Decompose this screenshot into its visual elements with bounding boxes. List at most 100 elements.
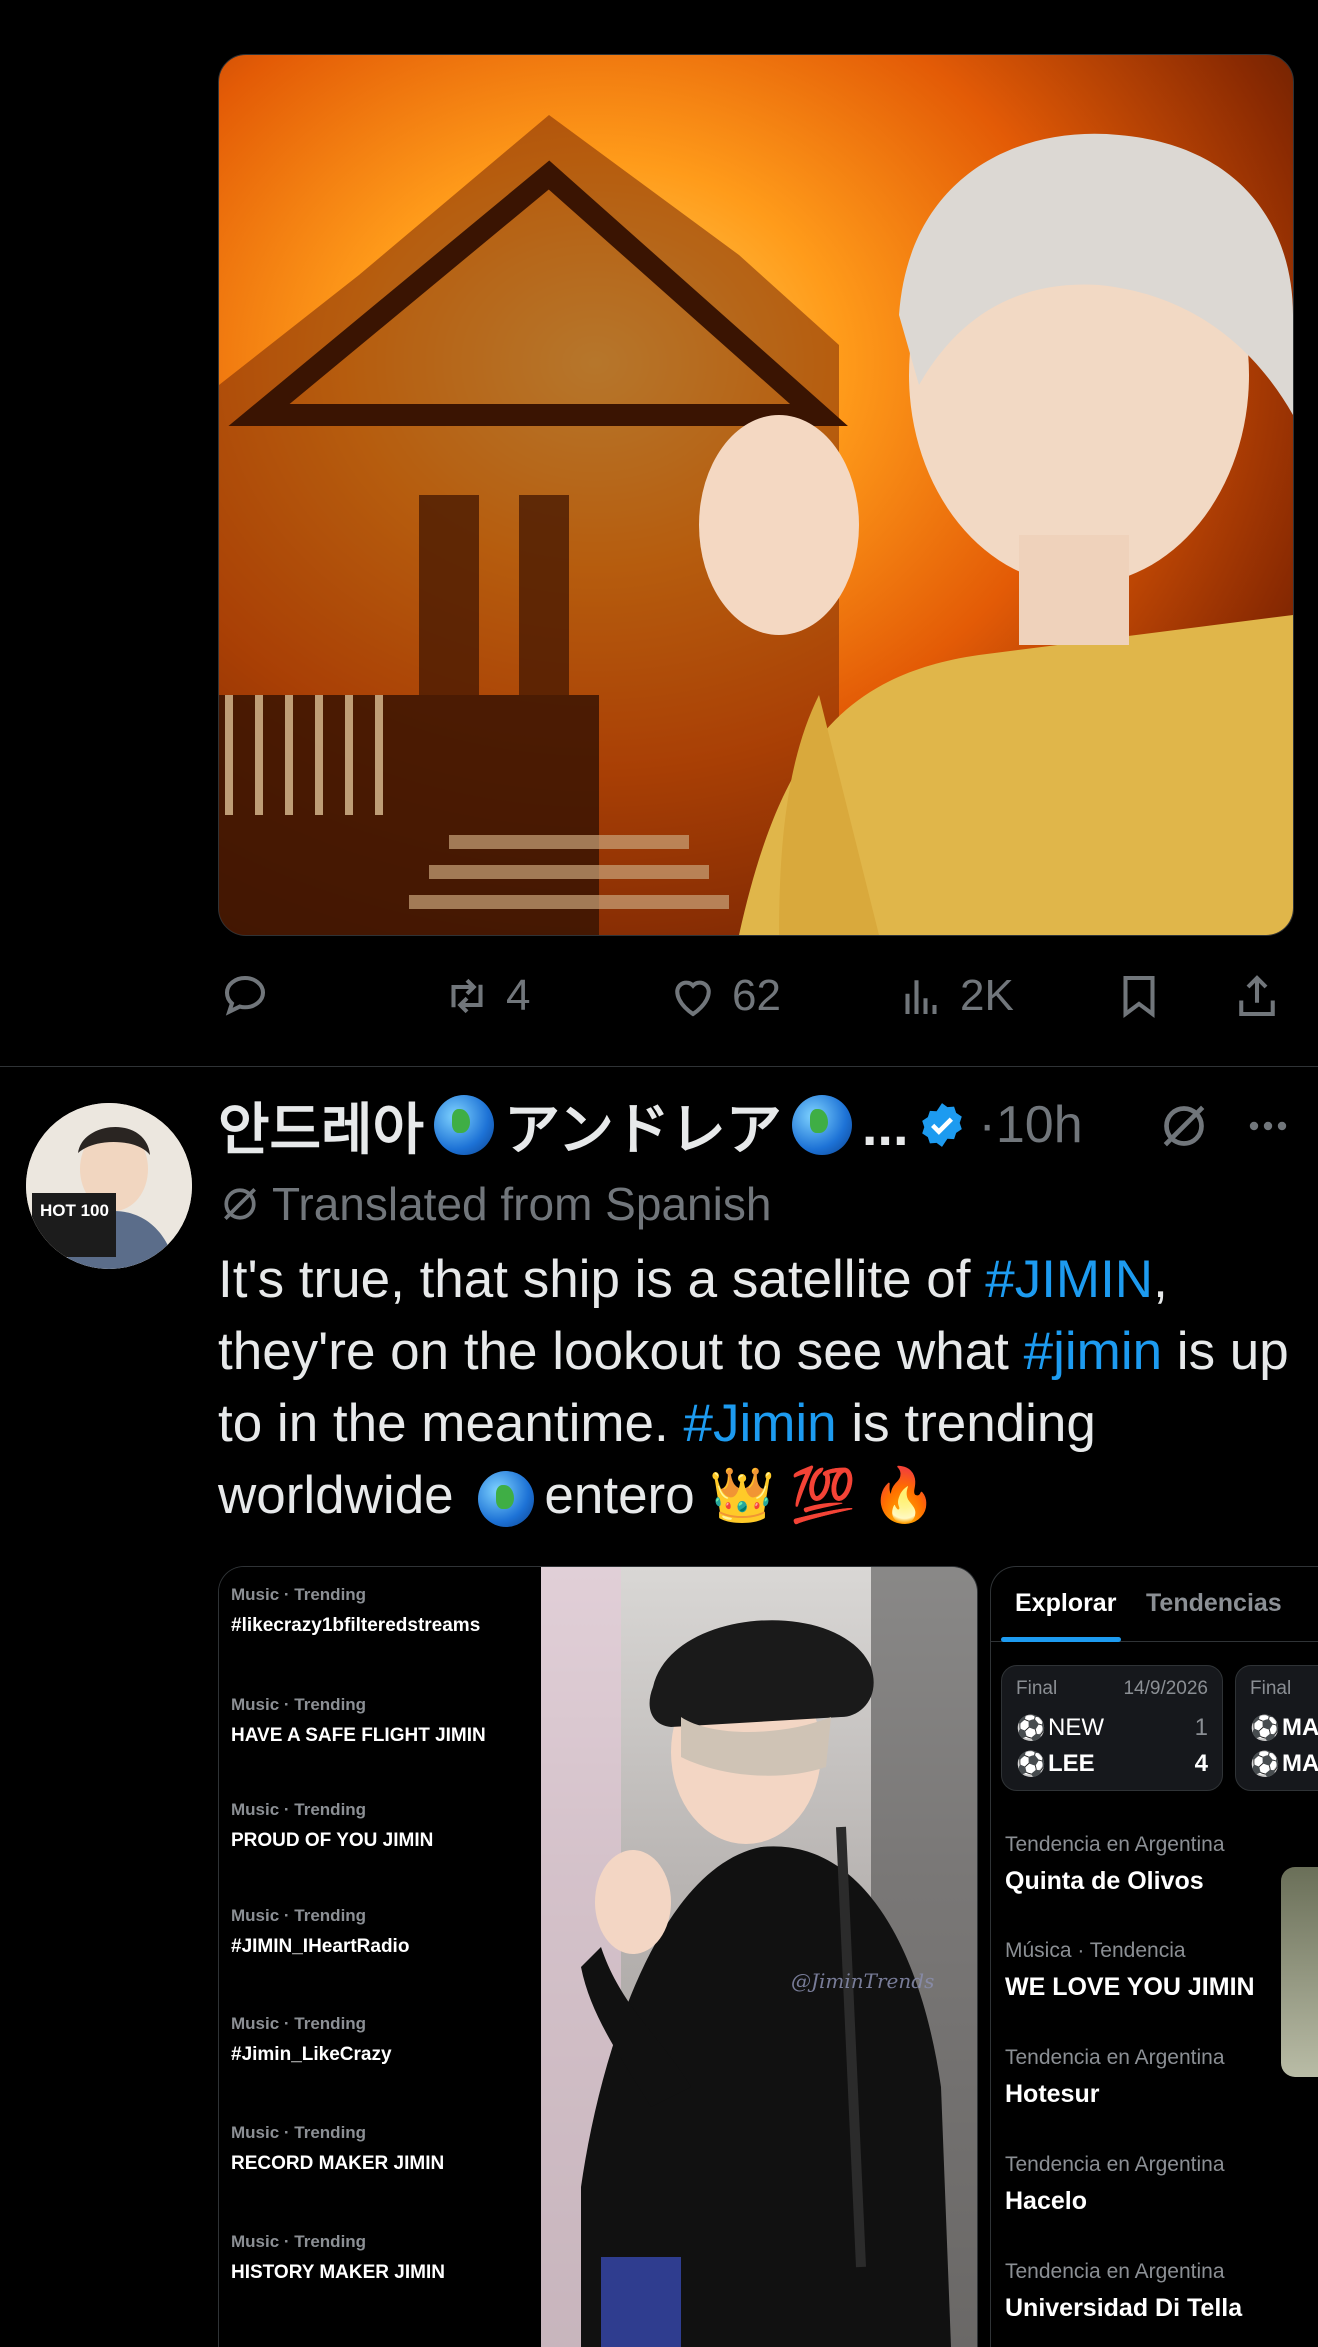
trend-category: Music · Trending xyxy=(231,1906,367,1925)
translate-icon xyxy=(224,1188,256,1220)
trend-category: Music · Trending xyxy=(231,2232,367,2251)
like-button[interactable]: 62 xyxy=(666,964,781,1028)
hashtag-link[interactable]: #jimin xyxy=(1024,1322,1162,1381)
avatar-badge: HOT 100 xyxy=(36,1199,113,1223)
hashtag-link[interactable]: #JIMIN xyxy=(985,1250,1153,1309)
team-crest-icon: ⚽ xyxy=(1250,1715,1280,1742)
hashtag-link[interactable]: #Jimin xyxy=(683,1394,836,1453)
tweet-divider xyxy=(0,1066,1318,1067)
trend-title: #likecrazy1bfilteredstreams xyxy=(231,1615,481,1636)
tab-tendencias: Tendencias xyxy=(1146,1589,1282,1617)
tweet-text: It's true, that ship is a satellite of #… xyxy=(218,1244,1298,1532)
score-status: Final xyxy=(1250,1678,1292,1699)
team-name: MA xyxy=(1282,1750,1318,1777)
list-item: Music · Trending HISTORY MAKER JIMIN xyxy=(231,2232,531,2284)
tweet-image[interactable] xyxy=(218,54,1294,936)
globe-emoji-icon xyxy=(791,1095,852,1155)
trend-category: Music · Trending xyxy=(231,1695,367,1714)
team-crest-icon: ⚽ xyxy=(1016,1715,1046,1742)
score-status: Final xyxy=(1016,1678,1058,1699)
team-name: MA xyxy=(1282,1714,1318,1741)
analytics-icon xyxy=(905,980,937,1014)
list-item: Music · Trending RECORD MAKER JIMIN xyxy=(231,2123,531,2175)
emoji-crown-100-fire: 👑 💯 🔥 xyxy=(709,1466,937,1525)
trend-category: Tendencia en Argentina xyxy=(1005,1833,1225,1856)
list-item: Music · Trending PROUD OF YOU JIMIN xyxy=(231,1800,531,1852)
globe-emoji-icon xyxy=(434,1095,495,1155)
score-card: Final 14/9/2026 ⚽ NEW 1 ⚽ LEE 4 xyxy=(1001,1665,1223,1791)
trend-category: Music · Trending xyxy=(231,2014,367,2033)
trend-category: Music · Trending xyxy=(231,1585,367,1604)
trend-thumbnail xyxy=(1281,1867,1318,2077)
trend-title: WE LOVE YOU JIMIN xyxy=(1005,1973,1255,2001)
list-item: Music · Trending #JIMIN_IHeartRadio xyxy=(231,1906,531,1958)
trend-title: Hacelo xyxy=(1005,2187,1087,2215)
share-button[interactable] xyxy=(1230,964,1296,1028)
list-item: Music · Trending #likecrazy1bfilteredstr… xyxy=(231,1585,531,1637)
verified-badge-icon[interactable] xyxy=(917,1100,967,1150)
views-button[interactable]: 2K xyxy=(894,964,1014,1028)
grok-translate-icon[interactable] xyxy=(1156,1098,1212,1154)
list-item: Music · Trending HAVE A SAFE FLIGHT JIMI… xyxy=(231,1695,531,1747)
burning-house-illustration xyxy=(219,115,1293,935)
trend-title: Hotesur xyxy=(1005,2080,1100,2108)
trend-title: PROUD OF YOU JIMIN xyxy=(231,1830,434,1851)
trend-category: Music · Trending xyxy=(231,1800,367,1819)
trend-list-screenshot: Music · Trending #likecrazy1bfilteredstr… xyxy=(219,1567,541,2347)
list-item: Tendencia en Argentina Universidad Di Te… xyxy=(1005,2260,1305,2323)
explore-tabs: Explorar Tendencias xyxy=(991,1567,1318,1642)
globe-emoji-icon xyxy=(478,1471,535,1527)
like-count: 62 xyxy=(732,971,781,1020)
reply-button[interactable] xyxy=(218,964,284,1028)
more-options-icon[interactable] xyxy=(1240,1098,1296,1154)
tweet-text-part: entero xyxy=(544,1466,710,1525)
trend-category: Music · Trending xyxy=(231,2123,367,2142)
share-icon xyxy=(1239,975,1275,1017)
team-score: 4 xyxy=(1194,1750,1208,1777)
team-score: 1 xyxy=(1194,1714,1208,1741)
list-item: Tendencia en Argentina Hacelo xyxy=(1005,2153,1305,2216)
trend-category: Tendencia en Argentina xyxy=(1005,2153,1225,2176)
display-name-japanese[interactable]: アンドレア xyxy=(504,1085,782,1166)
translated-label[interactable]: Translated from Spanish xyxy=(218,1174,771,1234)
list-item: Tendencia en Argentina Quinta de Olivos xyxy=(1005,1833,1305,1896)
tweet-header: 안드레아 アンドレア ... ·10h xyxy=(218,1086,1308,1164)
active-tab-indicator xyxy=(1001,1637,1121,1642)
trend-category: Tendencia en Argentina xyxy=(1005,2046,1225,2069)
trend-title: Quinta de Olivos xyxy=(1005,1867,1204,1895)
tweet-media-1[interactable]: Music · Trending #likecrazy1bfilteredstr… xyxy=(218,1566,978,2347)
list-item: Tendencia en Argentina Hotesur xyxy=(1005,2046,1305,2109)
team-crest-icon: ⚽ xyxy=(1016,1751,1046,1778)
tweet-action-bar: 4 62 2K xyxy=(218,964,1292,1028)
airport-photo: @JiminTrends xyxy=(541,1567,977,2347)
view-count: 2K xyxy=(960,971,1014,1020)
team-name: LEE xyxy=(1048,1750,1095,1777)
tweet-time[interactable]: ·10h xyxy=(979,1095,1083,1155)
avatar[interactable]: HOT 100 xyxy=(26,1103,192,1269)
watermark-text: @JiminTrends xyxy=(791,1969,935,1993)
tweet-media-2[interactable]: Explorar Tendencias Final 14/9/2026 ⚽ NE… xyxy=(990,1566,1318,2347)
reply-icon xyxy=(224,975,266,1016)
retweet-button[interactable]: 4 xyxy=(440,964,530,1028)
retweet-count: 4 xyxy=(506,971,531,1020)
trend-title: HISTORY MAKER JIMIN xyxy=(231,2262,445,2283)
heart-icon xyxy=(675,980,711,1017)
score-card: Final ⚽ MA ⚽ MA xyxy=(1235,1665,1318,1791)
name-ellipsis: ... xyxy=(861,1093,909,1157)
trend-title: HAVE A SAFE FLIGHT JIMIN xyxy=(231,1725,486,1746)
score-date: 14/9/2026 xyxy=(1123,1678,1208,1699)
trend-category: Música · Tendencia xyxy=(1005,1939,1186,1962)
tweet-text-part: It's true, that ship is a satellite of xyxy=(218,1250,986,1309)
bookmark-button[interactable] xyxy=(1112,964,1178,1028)
trend-category: Tendencia en Argentina xyxy=(1005,2260,1225,2283)
team-crest-icon: ⚽ xyxy=(1250,1751,1280,1778)
tab-explorar: Explorar xyxy=(1015,1589,1117,1617)
person-waving-illustration xyxy=(541,1567,977,2347)
translated-text: Translated from Spanish xyxy=(272,1178,772,1230)
display-name[interactable]: 안드레아 xyxy=(218,1085,424,1166)
avatar-image xyxy=(26,1103,192,1269)
trend-title: Universidad Di Tella xyxy=(1005,2294,1243,2322)
retweet-icon xyxy=(451,978,483,1014)
list-item: Music · Trending #Jimin_LikeCrazy xyxy=(231,2014,531,2066)
trend-title: #JIMIN_IHeartRadio xyxy=(231,1936,410,1957)
